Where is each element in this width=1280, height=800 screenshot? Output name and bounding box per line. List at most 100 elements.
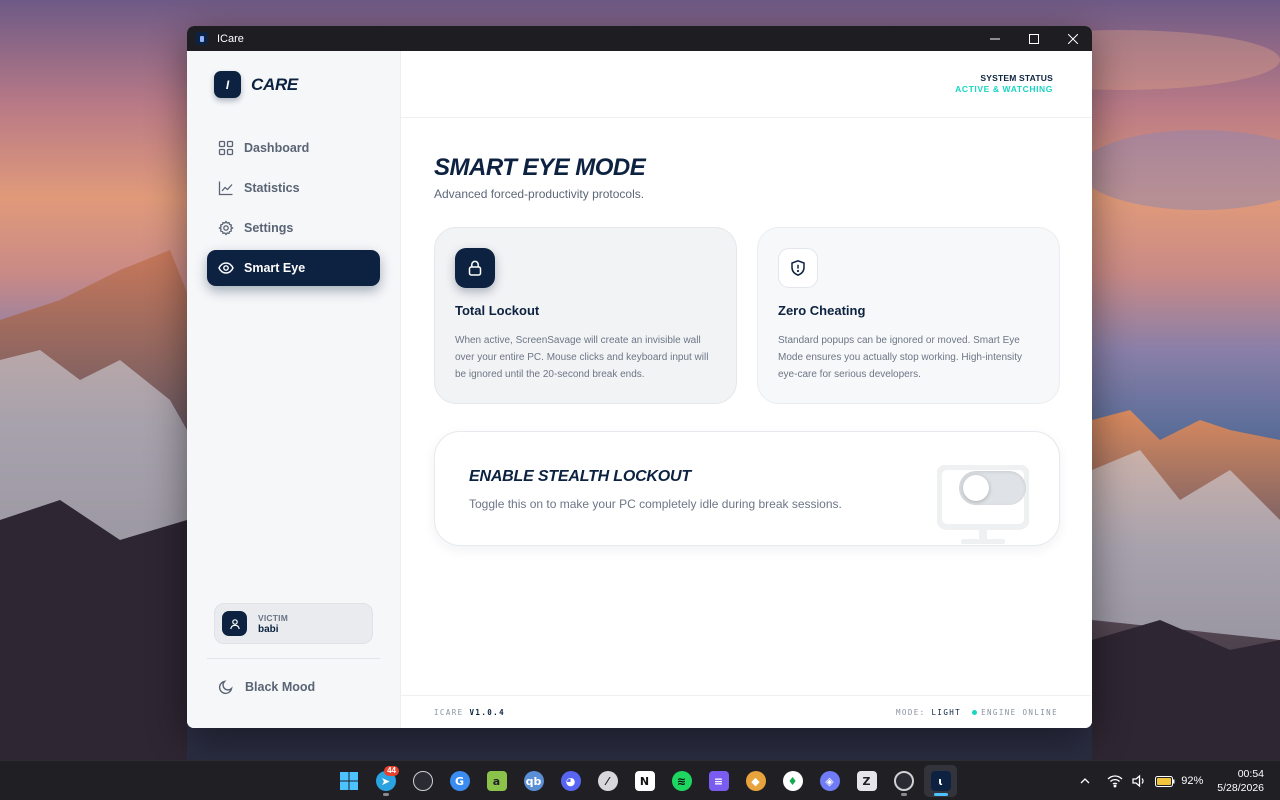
- lock-icon: [455, 248, 495, 288]
- app-logo-icon: [195, 32, 208, 45]
- title-bar[interactable]: ICare: [187, 26, 1092, 51]
- taskbar-linear[interactable]: ⁄: [591, 765, 624, 797]
- minimize-button[interactable]: [975, 26, 1014, 51]
- maximize-icon: [1028, 33, 1039, 44]
- card-text: When active, ScreenSavage will create an…: [455, 335, 709, 380]
- notion-icon: N: [634, 771, 655, 791]
- page-title: SMART EYE MODE: [434, 154, 646, 181]
- sidebar-divider: [207, 658, 380, 659]
- taskbar-zed[interactable]: Z: [850, 765, 883, 797]
- sidebar-item-label: Settings: [244, 221, 294, 235]
- tray-overflow-button[interactable]: [1075, 771, 1095, 791]
- engine-status-dot: [972, 710, 978, 715]
- clock-time: 00:54: [1237, 768, 1264, 780]
- sidebar-item-smart-eye[interactable]: Smart Eye: [207, 250, 380, 286]
- version-info: ICARE V1.0.4: [434, 708, 505, 717]
- moon-icon: [218, 680, 233, 695]
- taskbar-browser[interactable]: [406, 765, 439, 797]
- taskbar-apps: ➤ 44 G a qb ◕ ⁄ N ≋ ≡ ◆ ♦ ◈ Z ɩ: [332, 765, 957, 797]
- battery-percentage: 92%: [1181, 775, 1204, 787]
- taskbar-obs[interactable]: [887, 765, 920, 797]
- close-button[interactable]: [1053, 26, 1092, 51]
- stealth-lockout-toggle[interactable]: [959, 471, 1026, 505]
- taskbar-dog-app[interactable]: ◆: [739, 765, 772, 797]
- mongodb-icon: ♦: [782, 771, 803, 791]
- wifi-button[interactable]: [1105, 771, 1125, 791]
- avatar: [222, 611, 247, 636]
- start-icon: [339, 772, 358, 790]
- volume-button[interactable]: [1129, 771, 1149, 791]
- stealth-lockout-panel: ENABLE STEALTH LOCKOUT Toggle this on to…: [434, 431, 1060, 546]
- user-card[interactable]: VICTIM babi: [214, 603, 373, 644]
- icare-icon: ɩ: [930, 771, 951, 791]
- sidebar-item-statistics[interactable]: Statistics: [207, 170, 380, 206]
- discord-icon: ◕: [560, 771, 581, 791]
- taskbar-google[interactable]: G: [443, 765, 476, 797]
- taskbar-discord[interactable]: ◕: [554, 765, 587, 797]
- brand-name: CARE: [251, 74, 298, 94]
- status-footer: ICARE V1.0.4 MODE: LIGHT ENGINE ONLINE: [401, 695, 1091, 728]
- brand-logo[interactable]: I CARE: [214, 71, 298, 98]
- maximize-button[interactable]: [1014, 26, 1053, 51]
- user-role: VICTIM: [258, 612, 289, 623]
- sidebar-nav: Dashboard Statistics Settings Smart Eye: [207, 130, 380, 290]
- feature-card-zero-cheating: Zero Cheating Standard popups can be ign…: [757, 227, 1060, 404]
- sidebar-item-dashboard[interactable]: Dashboard: [207, 130, 380, 166]
- version-prefix: ICARE: [434, 708, 464, 717]
- sidebar-item-label: Dashboard: [244, 141, 310, 155]
- taskbar-qbittorrent[interactable]: qb: [517, 765, 550, 797]
- running-indicator: [382, 793, 389, 796]
- app-icon: ◈: [819, 771, 840, 791]
- chart-line-icon: [218, 181, 233, 196]
- clock-date: 5/28/2026: [1217, 782, 1264, 794]
- speaker-icon: [1132, 774, 1144, 788]
- theme-toggle-button[interactable]: Black Mood: [218, 679, 315, 695]
- taskbar-spotify[interactable]: ≋: [665, 765, 698, 797]
- system-tray: 92% 00:54 5/28/2026: [1075, 761, 1280, 800]
- stealth-title: ENABLE STEALTH LOCKOUT: [469, 468, 691, 485]
- card-text: Standard popups can be ignored or moved.…: [778, 335, 1023, 380]
- taskbar-icare[interactable]: ɩ: [924, 765, 957, 797]
- user-icon: [229, 618, 240, 629]
- card-title: Total Lockout: [455, 303, 540, 318]
- eye-icon: [218, 262, 234, 274]
- running-indicator: [900, 793, 907, 796]
- status-label: SYSTEM STATUS: [980, 73, 1053, 83]
- notification-badge: 44: [384, 766, 399, 776]
- taskbar-notes[interactable]: ≡: [702, 765, 735, 797]
- taskbar-mongodb[interactable]: ♦: [776, 765, 809, 797]
- status-value: ACTIVE & WATCHING: [955, 84, 1053, 94]
- taskbar-editor[interactable]: a: [480, 765, 513, 797]
- version-number: V1.0.4: [469, 708, 505, 717]
- running-indicator: [933, 793, 948, 796]
- brand-mark: I: [214, 71, 241, 98]
- ageedit-icon: a: [486, 771, 507, 791]
- sidebar-item-settings[interactable]: Settings: [207, 210, 380, 246]
- top-bar: SYSTEM STATUS ACTIVE & WATCHING: [401, 51, 1092, 118]
- feature-card-total-lockout: Total Lockout When active, ScreenSavage …: [434, 227, 737, 404]
- taskbar-app[interactable]: ◈: [813, 765, 846, 797]
- clock[interactable]: 00:54 5/28/2026: [1217, 767, 1264, 795]
- page-subtitle: Advanced forced-productivity protocols.: [434, 187, 645, 201]
- sidebar-item-label: Statistics: [244, 181, 300, 195]
- battery-button[interactable]: [1153, 771, 1177, 791]
- google-icon: G: [449, 771, 470, 791]
- mode-prefix: MODE:: [896, 708, 926, 717]
- system-status: SYSTEM STATUS ACTIVE & WATCHING: [955, 73, 1053, 95]
- taskbar-telegram[interactable]: ➤ 44: [369, 765, 402, 797]
- shield-alert-icon: [778, 248, 818, 288]
- linear-icon: ⁄: [597, 771, 618, 791]
- toggle-knob: [963, 475, 989, 501]
- dog-icon: ◆: [745, 771, 766, 791]
- taskbar-notion[interactable]: N: [628, 765, 661, 797]
- taskbar: ➤ 44 G a qb ◕ ⁄ N ≋ ≡ ◆ ♦ ◈ Z ɩ 92% 00:5…: [0, 760, 1280, 800]
- obs-icon: [893, 771, 914, 791]
- notes-icon: ≡: [708, 771, 729, 791]
- sidebar-item-label: Smart Eye: [244, 261, 306, 275]
- spotify-icon: ≋: [671, 771, 692, 791]
- app-window: ICare I CARE Dashboard Statistics Settin…: [187, 26, 1092, 728]
- taskbar-start[interactable]: [332, 765, 365, 797]
- window-title: ICare: [217, 32, 244, 45]
- browser-icon: [412, 771, 433, 791]
- mode-value: LIGHT: [931, 708, 962, 717]
